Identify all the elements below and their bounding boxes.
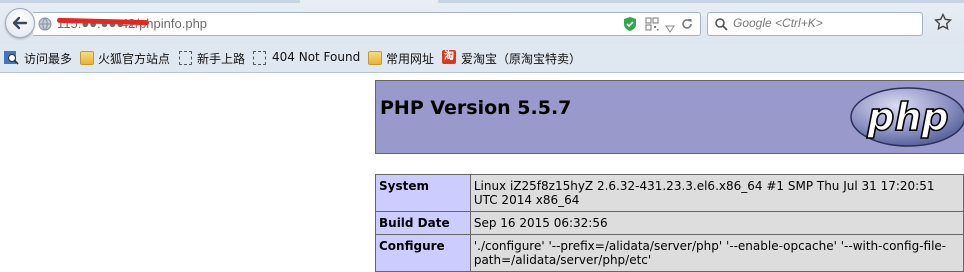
php-version-header: PHP Version 5.5.7 php [375,80,964,154]
magnifier-icon [4,50,19,65]
folder-icon [80,51,94,65]
table-row: Build Date Sep 16 2015 06:32:56 [375,211,964,235]
svg-text:php: php [866,95,948,139]
qr-code-icon[interactable] [645,16,659,35]
row-key: System [375,174,471,212]
row-key: Configure [375,234,471,272]
page-title: PHP Version 5.5.7 [380,97,572,119]
php-logo[interactable]: php [849,86,964,152]
dropdown-arrow-icon[interactable] [665,18,675,37]
row-value: Sep 16 2015 06:32:56 [469,211,964,235]
row-value: Linux iZ25f8z15hyZ 2.6.32-431.23.3.el6.x… [469,174,964,212]
bookmark-404-not-found[interactable]: 404 Not Found [272,50,360,64]
bookmark-ai-taobao[interactable]: 爱淘宝（原淘宝特卖） [461,50,581,67]
blank-page-icon [179,51,192,65]
row-value: './configure' '--prefix=/alidata/server/… [469,234,964,272]
taobao-icon: 淘 [442,50,456,64]
bookmark-most-visited[interactable]: 访问最多 [24,50,72,67]
table-row: Configure './configure' '--prefix=/alida… [375,234,964,272]
row-key: Build Date [375,211,471,235]
tab-strip-right [438,0,964,3]
bookmark-common-sites[interactable]: 常用网址 [386,50,434,67]
bookmark-firefox-official[interactable]: 火狐官方站点 [98,50,170,67]
search-bar[interactable]: Google <Ctrl+K> [707,12,923,36]
star-icon[interactable] [933,12,953,35]
folder-icon [368,51,382,65]
search-placeholder[interactable]: Google <Ctrl+K> [733,16,823,30]
table-row: System Linux iZ25f8z15hyZ 2.6.32-431.23.… [375,174,964,212]
globe-icon [38,16,52,35]
search-icon [714,16,728,35]
bookmarks-toolbar: 访问最多 火狐官方站点 新手上路 404 Not Found 常用网址 淘 爱淘… [0,44,964,73]
back-button[interactable] [5,8,35,38]
browser-toolbar: 41/phpinfo.php 115.●●.●●●.2 Google <Ctrl… [0,0,964,44]
blank-page-icon [253,51,266,65]
back-arrow-icon [12,16,28,30]
address-bar[interactable]: 41/phpinfo.php 115.●●.●●●.2 [33,12,701,36]
bookmark-getting-started[interactable]: 新手上路 [197,50,245,67]
shield-icon[interactable] [623,16,637,36]
tab-strip-left [0,0,300,3]
reload-icon[interactable] [680,16,694,35]
php-info-table: System Linux iZ25f8z15hyZ 2.6.32-431.23.… [375,174,964,272]
